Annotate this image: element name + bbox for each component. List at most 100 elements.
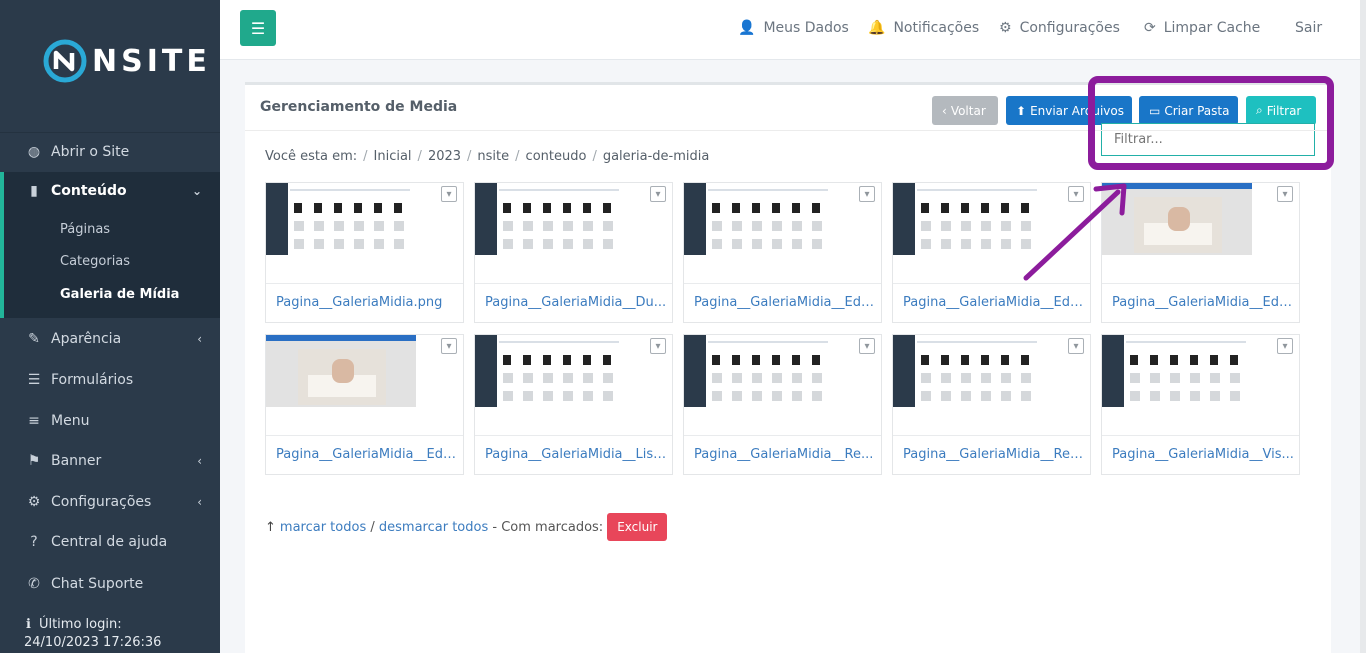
scrollbar[interactable] — [1360, 0, 1366, 653]
media-filename[interactable]: Pagina__GaleriaMidia__Vis... — [1112, 447, 1294, 462]
sidebar-subitem-galeria[interactable]: Galeria de Mídia — [60, 287, 179, 302]
media-filename[interactable]: Pagina__GaleriaMidia__Du... — [485, 295, 667, 310]
thumbnail-cell — [354, 239, 364, 249]
breadcrumb-item[interactable]: nsite — [477, 149, 509, 164]
thumbnail-cell — [981, 203, 989, 213]
media-thumbnail[interactable] — [1102, 335, 1252, 407]
chevron-down-icon[interactable]: ▾ — [650, 338, 666, 354]
media-thumbnail[interactable] — [475, 335, 625, 407]
breadcrumb-item[interactable]: 2023 — [428, 149, 461, 164]
chevron-down-icon[interactable]: ▾ — [441, 186, 457, 202]
media-card[interactable]: ▾ Pagina__GaleriaMidia__Ren... — [892, 334, 1091, 475]
chevron-down-icon[interactable]: ▾ — [650, 186, 666, 202]
media-filename[interactable]: Pagina__GaleriaMidia__Ren... — [903, 447, 1085, 462]
sidebar-item-aparencia[interactable]: ✎ Aparência ‹ — [0, 320, 220, 358]
media-card[interactable]: ▾ Pagina__GaleriaMidia.png — [265, 182, 464, 323]
sidebar-item-chat-suporte[interactable]: ✆ Chat Suporte — [0, 565, 220, 603]
thumbnail-cell — [583, 391, 593, 401]
media-thumbnail[interactable] — [684, 183, 834, 255]
media-filename[interactable]: Pagina__GaleriaMidia.png — [276, 295, 458, 310]
media-card[interactable]: ▾ Pagina__GaleriaMidia__Re... — [683, 334, 882, 475]
breadcrumb-separator: / — [417, 149, 422, 164]
media-thumbnail[interactable] — [475, 183, 625, 255]
meus-dados-link[interactable]: 👤 Meus Dados — [738, 20, 849, 36]
thumbnail-cell — [961, 391, 971, 401]
chevron-down-icon[interactable]: ▾ — [1277, 338, 1293, 354]
excluir-button[interactable]: Excluir — [607, 513, 668, 541]
thumbnail-sidebar — [475, 335, 497, 407]
chevron-down-icon[interactable]: ▾ — [859, 338, 875, 354]
thumbnail-cell — [394, 203, 402, 213]
thumbnail-cell — [792, 239, 802, 249]
chevron-down-icon[interactable]: ▾ — [1068, 338, 1084, 354]
breadcrumb-item[interactable]: Inicial — [374, 149, 412, 164]
sidebar-item-formularios[interactable]: ☰ Formulários — [0, 361, 220, 399]
notificacoes-link[interactable]: 🔔 Notificações — [868, 20, 979, 36]
thumbnail-cell — [921, 391, 931, 401]
breadcrumb-separator: / — [592, 149, 597, 164]
thumbnail-cell — [563, 373, 573, 383]
voltar-button[interactable]: ‹ Voltar — [932, 96, 998, 125]
voltar-label: Voltar — [950, 103, 986, 118]
gear-icon: ⚙ — [999, 20, 1012, 36]
breadcrumb-item[interactable]: conteudo — [526, 149, 587, 164]
thumbnail-cell — [961, 239, 971, 249]
sidebar-item-abrir-site[interactable]: ◍ Abrir o Site — [0, 133, 220, 171]
chevron-down-icon[interactable]: ▾ — [441, 338, 457, 354]
hamburger-icon: ☰ — [250, 18, 266, 38]
thumbnail-cell — [563, 391, 573, 401]
media-card[interactable]: ▾ Pagina__GaleriaMidia__Edit... — [1101, 182, 1300, 323]
sidebar-item-banner[interactable]: ⚑ Banner ‹ — [0, 442, 220, 480]
logo[interactable]: NSITE — [42, 38, 211, 84]
configuracoes-link[interactable]: ⚙ Configurações — [999, 20, 1120, 36]
thumbnail-cell — [752, 221, 762, 231]
desmarcar-todos-link[interactable]: desmarcar todos — [379, 520, 488, 535]
sidebar-item-central-ajuda[interactable]: ? Central de ajuda — [0, 523, 220, 561]
media-thumbnail[interactable] — [684, 335, 834, 407]
sair-link[interactable]: Sair — [1295, 20, 1322, 36]
sidebar-item-conteudo[interactable]: ▮ Conteúdo ⌄ — [0, 172, 220, 210]
media-thumbnail[interactable] — [893, 335, 1043, 407]
flag-icon: ⚑ — [27, 453, 41, 469]
chevron-down-icon[interactable]: ▾ — [859, 186, 875, 202]
thumbnail-sidebar — [266, 183, 288, 255]
menu-toggle-button[interactable]: ☰ — [240, 10, 276, 46]
thumbnail-cell — [792, 373, 802, 383]
thumbnail-cell — [812, 239, 822, 249]
thumbnail-cell — [603, 203, 611, 213]
media-card[interactable]: ▾ Pagina__GaleriaMidia__List.... — [474, 334, 673, 475]
sidebar-item-menu[interactable]: ≡ Menu — [0, 402, 220, 440]
media-filename[interactable]: Pagina__GaleriaMidia__Edit... — [694, 295, 876, 310]
limpar-cache-label: Limpar Cache — [1163, 20, 1261, 36]
thumbnail-cell — [374, 239, 384, 249]
media-card[interactable]: ▾ Pagina__GaleriaMidia__Vis... — [1101, 334, 1300, 475]
thumbnail-cell — [314, 203, 322, 213]
sidebar-item-configuracoes[interactable]: ⚙ Configurações ‹ — [0, 483, 220, 521]
media-filename[interactable]: Pagina__GaleriaMidia__Edit... — [903, 295, 1085, 310]
sidebar-subitem-categorias[interactable]: Categorias — [60, 254, 130, 269]
thumbnail-cell — [812, 391, 822, 401]
media-card[interactable]: ▾ Pagina__GaleriaMidia__Edit... — [683, 182, 882, 323]
thumbnail-cell — [1210, 391, 1220, 401]
limpar-cache-link[interactable]: ⟳ Limpar Cache — [1144, 20, 1260, 36]
media-filename[interactable]: Pagina__GaleriaMidia__Edit... — [276, 447, 458, 462]
media-filename[interactable]: Pagina__GaleriaMidia__Edit... — [1112, 295, 1294, 310]
media-thumbnail[interactable] — [266, 335, 416, 407]
chevron-down-icon[interactable]: ▾ — [1277, 186, 1293, 202]
breadcrumb-item[interactable]: galeria-de-midia — [603, 149, 710, 164]
media-card[interactable]: ▾ Pagina__GaleriaMidia__Edit... — [265, 334, 464, 475]
card-divider — [475, 283, 672, 284]
sidebar-subitem-paginas[interactable]: Páginas — [60, 222, 110, 237]
media-card[interactable]: ▾ Pagina__GaleriaMidia__Du... — [474, 182, 673, 323]
thumbnail-cell — [334, 221, 344, 231]
card-divider — [1102, 283, 1299, 284]
thumbnail-cell — [941, 203, 949, 213]
writing-hand-photo — [1134, 197, 1222, 253]
thumbnail-cell — [941, 355, 949, 365]
media-filename[interactable]: Pagina__GaleriaMidia__Re... — [694, 447, 876, 462]
media-thumbnail[interactable] — [266, 183, 416, 255]
media-filename[interactable]: Pagina__GaleriaMidia__List.... — [485, 447, 667, 462]
sidebar-item-label: Central de ajuda — [51, 534, 168, 550]
upload-icon: ⬆ — [1016, 103, 1027, 118]
marcar-todos-link[interactable]: marcar todos — [280, 520, 366, 535]
